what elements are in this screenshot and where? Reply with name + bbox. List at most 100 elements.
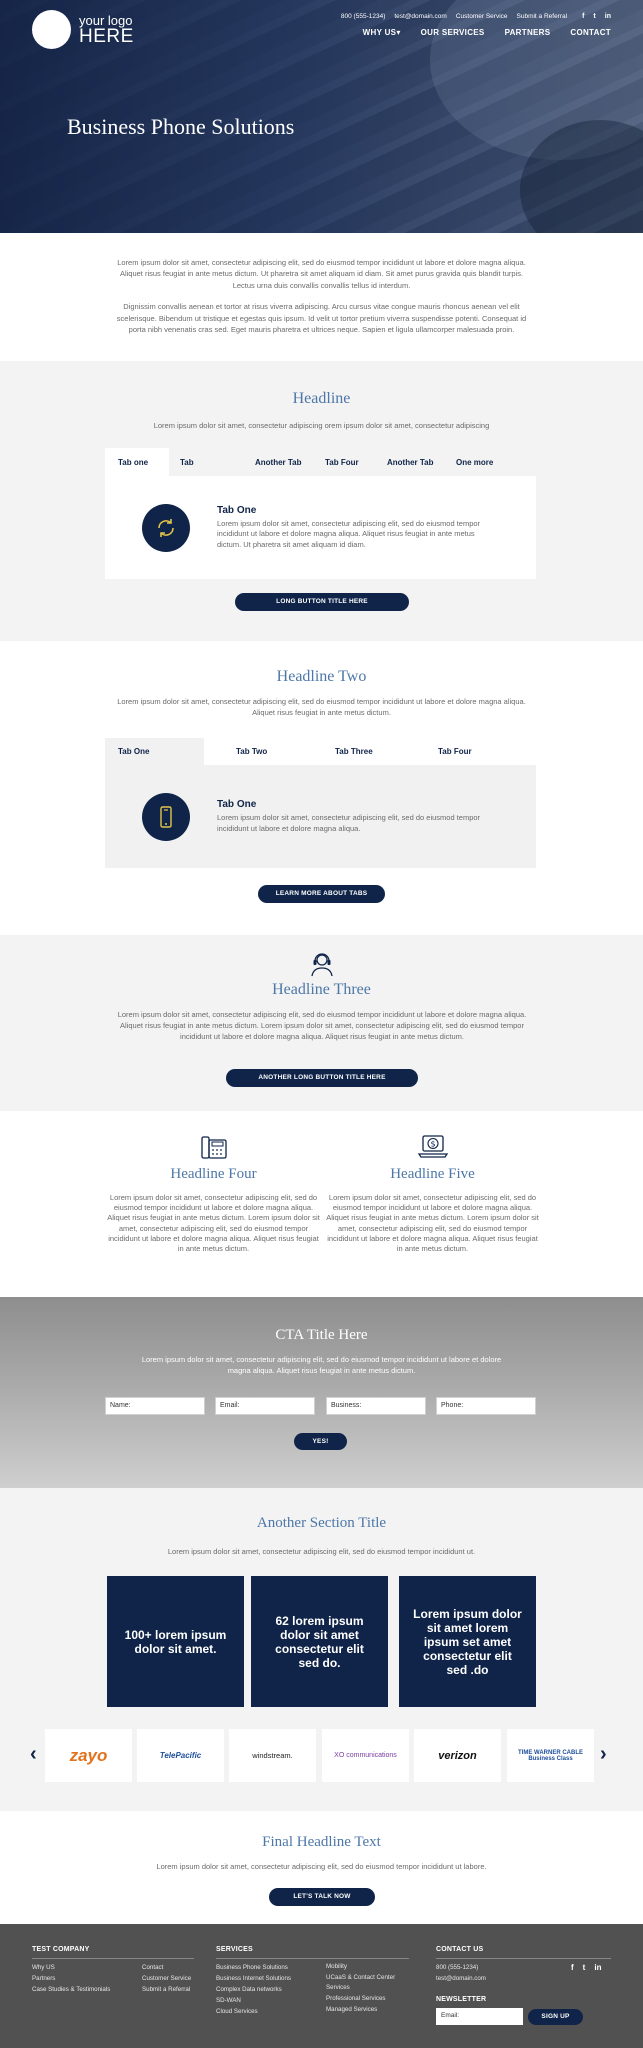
partner-logo-verizon[interactable]: verizon xyxy=(414,1729,501,1782)
footer-contact-title: CONTACT US xyxy=(436,1946,484,1953)
linkedin-icon[interactable]: in xyxy=(605,13,611,20)
site-logo[interactable]: your logo HERE xyxy=(32,10,134,49)
tab-one-more[interactable]: One more xyxy=(452,448,536,476)
panel2-text: Lorem ipsum dolor sit amet, consectetur … xyxy=(217,813,481,833)
footer-divider xyxy=(32,1958,194,1959)
nav-partners[interactable]: PARTNERS xyxy=(505,28,551,37)
tab-one[interactable]: Tab one xyxy=(105,448,169,476)
twitter-icon[interactable]: t xyxy=(583,1963,586,1972)
tab-another-2[interactable]: Another Tab xyxy=(377,448,452,476)
email-field[interactable]: Email: xyxy=(215,1397,315,1415)
tab-two[interactable]: Tab xyxy=(169,448,233,476)
final-section: Final Headline Text Lorem ipsum dolor si… xyxy=(0,1811,643,1924)
partner-logo-twc[interactable]: TIME WARNER CABLE Business Class xyxy=(507,1729,594,1782)
linkedin-icon[interactable]: in xyxy=(594,1963,601,1972)
footer-link-sd-wan[interactable]: SD-WAN xyxy=(216,1995,291,2006)
main-nav: WHY US▾ OUR SERVICES PARTNERS CONTACT xyxy=(363,28,611,37)
footer-link-why-us[interactable]: Why US xyxy=(32,1962,110,1973)
intro-section: Lorem ipsum dolor sit amet, consectetur … xyxy=(0,233,643,361)
footer-link-professional[interactable]: Professional Services xyxy=(326,1994,406,2004)
headline-three-section: Headline Three Lorem ipsum dolor sit ame… xyxy=(0,935,643,1111)
nav-contact[interactable]: CONTACT xyxy=(570,28,611,37)
tab-four[interactable]: Tab Four xyxy=(402,738,501,765)
footer-email[interactable]: test@domain.com xyxy=(436,1973,486,1984)
footer-social: f t in xyxy=(571,1963,601,1972)
carousel-next-arrow[interactable]: › xyxy=(600,1743,607,1766)
svg-text:$: $ xyxy=(430,1140,435,1149)
lets-talk-button[interactable]: LET'S TALK NOW xyxy=(269,1888,375,1906)
another-long-button[interactable]: ANOTHER LONG BUTTON TITLE HERE xyxy=(226,1069,418,1087)
tab-strip-1: Tab one Tab Another Tab Tab Four Another… xyxy=(105,448,536,476)
nav-why-us[interactable]: WHY US▾ xyxy=(363,28,401,37)
twitter-icon[interactable]: t xyxy=(593,13,595,20)
newsletter-signup-button[interactable]: SIGN UP xyxy=(528,2009,583,2025)
phone-field[interactable]: Phone: xyxy=(436,1397,536,1415)
footer-link-phone-solutions[interactable]: Business Phone Solutions xyxy=(216,1962,291,1973)
facebook-icon[interactable]: f xyxy=(582,13,584,20)
tab-another-1[interactable]: Another Tab xyxy=(233,448,317,476)
facebook-icon[interactable]: f xyxy=(571,1963,574,1972)
headline-five: Headline Five xyxy=(390,1166,475,1182)
tab-two[interactable]: Tab Two xyxy=(204,738,303,765)
footer-divider xyxy=(216,1958,409,1959)
nav-our-services[interactable]: OUR SERVICES xyxy=(421,28,485,37)
footer-link-contact[interactable]: Contact xyxy=(142,1962,191,1973)
footer-link-partners[interactable]: Partners xyxy=(32,1973,110,1984)
final-headline: Final Headline Text xyxy=(262,1834,381,1850)
panel2-title: Tab One xyxy=(217,799,257,810)
headset-agent-icon xyxy=(309,951,335,982)
mobile-phone-icon xyxy=(142,792,190,841)
tab-one[interactable]: Tab One xyxy=(105,738,204,765)
logo-circle xyxy=(32,10,71,49)
section5-headline: Another Section Title xyxy=(256,1515,387,1531)
intro-paragraph-1: Lorem ipsum dolor sit amet, consectetur … xyxy=(117,258,526,290)
submit-referral-link[interactable]: Submit a Referral xyxy=(517,13,568,20)
page-title: Business Phone Solutions xyxy=(67,114,295,139)
cta-section: CTA Title Here Lorem ipsum dolor sit ame… xyxy=(0,1297,643,1488)
footer-link-submit-referral[interactable]: Submit a Referral xyxy=(142,1984,191,1995)
footer-link-data-networks[interactable]: Complex Data networks xyxy=(216,1984,291,1995)
partner-logo-zayo[interactable]: zayo xyxy=(45,1729,132,1782)
column-four-text: Lorem ipsum dolor sit amet, consectetur … xyxy=(107,1193,320,1254)
column-four: Headline Four Lorem ipsum dolor sit amet… xyxy=(107,1134,320,1254)
business-field[interactable]: Business: xyxy=(326,1397,426,1415)
stat-card-3: Lorem ipsum dolor sit amet lorem ipsum s… xyxy=(399,1576,536,1707)
carousel-prev-arrow[interactable]: ‹ xyxy=(30,1743,37,1766)
partner-logo-windstream[interactable]: windstream. xyxy=(229,1729,316,1782)
final-text: Lorem ipsum dolor sit amet, consectetur … xyxy=(156,1862,487,1871)
section3-headline: Headline Three xyxy=(272,981,371,998)
footer-link-managed[interactable]: Managed Services xyxy=(326,2005,406,2015)
tab-three[interactable]: Tab Three xyxy=(303,738,402,765)
stats-partners-section: Another Section Title Lorem ipsum dolor … xyxy=(0,1488,643,1811)
customer-service-link[interactable]: Customer Service xyxy=(456,13,508,20)
footer-link-ucaas[interactable]: UCaaS & Contact Center Services xyxy=(326,1973,406,1993)
partner-logo-telepacific[interactable]: TelePacific xyxy=(137,1729,224,1782)
partner-logo-xo[interactable]: XO communications xyxy=(322,1729,409,1782)
section2-subtext: Lorem ipsum dolor sit amet, consectetur … xyxy=(117,697,526,717)
tabs-section-1: Headline Lorem ipsum dolor sit amet, con… xyxy=(0,361,643,641)
yes-submit-button[interactable]: YES! xyxy=(294,1433,347,1450)
hero-banner: your logo HERE 800 (555-1234) test@domai… xyxy=(0,0,643,233)
fax-phone-icon xyxy=(107,1134,320,1160)
tab-four[interactable]: Tab Four xyxy=(317,448,377,476)
header-phone-link[interactable]: 800 (555-1234) xyxy=(341,13,385,20)
footer-link-cloud[interactable]: Cloud Services xyxy=(216,2006,291,2017)
footer-phone[interactable]: 800 (555-1234) xyxy=(436,1962,478,1973)
header-email-link[interactable]: test@domain.com xyxy=(394,13,446,20)
footer-link-case-studies[interactable]: Case Studies & Testimonials xyxy=(32,1984,110,1995)
name-field[interactable]: Name: xyxy=(105,1397,205,1415)
tabs-section-2: Headline Two Lorem ipsum dolor sit amet,… xyxy=(0,641,643,935)
site-footer: TEST COMPANY Why US Partners Case Studie… xyxy=(0,1924,643,2048)
stat-card-2: 62 lorem ipsum dolor sit amet consectetu… xyxy=(251,1576,388,1707)
headline-four: Headline Four xyxy=(170,1166,257,1182)
logo-line1: your logo xyxy=(79,12,133,28)
nav-why-us-label: WHY US xyxy=(362,28,397,37)
learn-more-tabs-button[interactable]: LEARN MORE ABOUT TABS xyxy=(258,885,385,903)
footer-link-internet-solutions[interactable]: Business Internet Solutions xyxy=(216,1973,291,1984)
intro-paragraph-2: Dignissim convallis aenean et tortor at … xyxy=(116,302,527,335)
footer-link-mobility[interactable]: Mobility xyxy=(326,1962,406,1972)
long-button[interactable]: LONG BUTTON TITLE HERE xyxy=(235,593,409,611)
panel1-title: Tab One xyxy=(217,504,257,516)
newsletter-email-input[interactable]: Email: xyxy=(436,2008,523,2025)
footer-link-customer-service[interactable]: Customer Service xyxy=(142,1973,191,1984)
